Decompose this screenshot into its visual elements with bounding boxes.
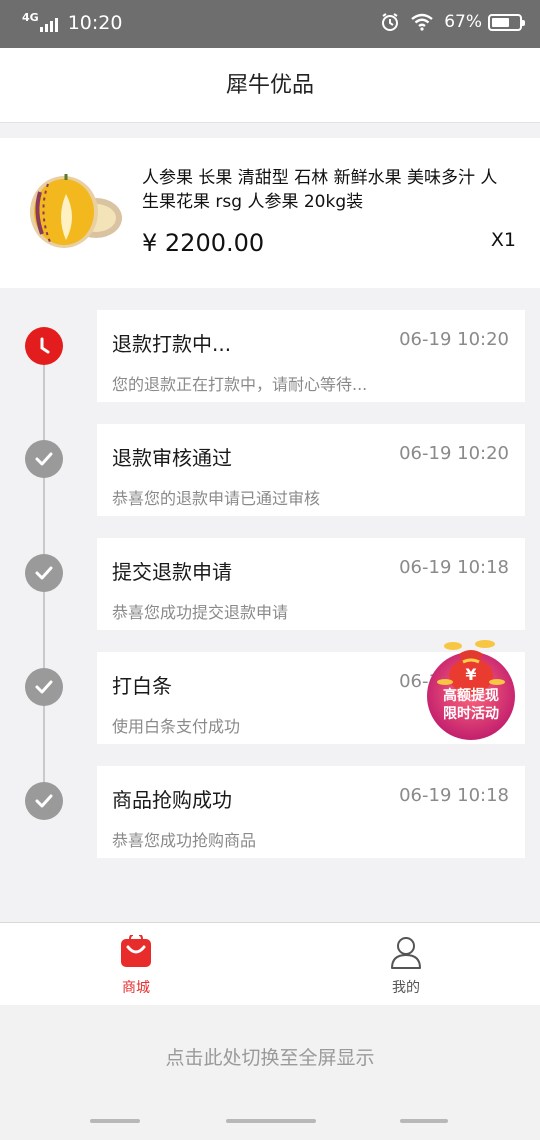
timeline-item: 退款审核通过 06-19 10:20 恭喜您的退款申请已通过审核 <box>97 424 525 516</box>
check-icon <box>25 782 63 820</box>
product-image[interactable] <box>26 172 124 252</box>
nav-menu-button[interactable] <box>90 1119 140 1123</box>
tab-label: 我的 <box>392 980 420 996</box>
tab-mine[interactable]: 我的 <box>366 935 446 997</box>
promo-line1: 高额提现 <box>443 688 499 704</box>
person-icon <box>366 935 446 973</box>
battery-percent: 67% <box>444 12 482 32</box>
product-name: 人参果 长果 清甜型 石林 新鲜水果 美味多汁 人生果花果 rsg 人参果 20… <box>142 168 498 212</box>
page-title: 犀牛优品 <box>225 73 314 98</box>
timeline-title: 打白条 <box>112 674 172 698</box>
timeline-desc: 恭喜您成功抢购商品 <box>112 831 257 850</box>
timeline-item: 退款打款中... 06-19 10:20 您的退款正在打款中，请耐心等待... <box>97 310 525 402</box>
wifi-icon <box>410 13 434 31</box>
network-type: 4G <box>22 10 39 24</box>
timeline-time: 06-19 10:20 <box>399 443 509 464</box>
clock-icon <box>25 327 63 365</box>
fullscreen-hint[interactable]: 点击此处切换至全屏显示 <box>0 1043 540 1070</box>
status-time: 10:20 <box>67 12 123 34</box>
tab-mall[interactable]: 商城 <box>96 934 176 997</box>
promo-line2: 限时活动 <box>443 706 499 722</box>
tab-label: 商城 <box>122 980 150 996</box>
timeline-desc: 使用白条支付成功 <box>112 717 241 736</box>
timeline-title: 退款审核通过 <box>112 446 232 470</box>
signal-icon <box>39 14 60 32</box>
tab-bar: 商城 我的 <box>0 922 540 1005</box>
alarm-icon <box>380 12 400 32</box>
header: 犀牛优品 <box>0 48 540 123</box>
product-price: ¥ 2200.00 <box>142 229 265 257</box>
promo-currency: ¥ <box>465 665 477 684</box>
check-icon <box>25 554 63 592</box>
timeline-title: 退款打款中... <box>112 332 232 356</box>
timeline-title: 提交退款申请 <box>112 560 232 584</box>
timeline-desc: 恭喜您的退款申请已通过审核 <box>112 489 321 508</box>
nav-home-button[interactable] <box>226 1119 316 1123</box>
timeline-time: 06-19 10:18 <box>399 557 509 578</box>
timeline-time: 06-19 10:18 <box>399 785 509 806</box>
timeline-time: 06-19 10:20 <box>399 329 509 350</box>
status-right: 67% <box>380 12 525 32</box>
product-quantity: X1 <box>490 229 516 251</box>
timeline-item: 提交退款申请 06-19 10:18 恭喜您成功提交退款申请 <box>97 538 525 630</box>
nav-back-button[interactable] <box>400 1119 448 1123</box>
money-bag-icon <box>427 640 515 740</box>
status-bar: 4G 10:20 67% <box>0 0 540 48</box>
product-card[interactable]: 人参果 长果 清甜型 石林 新鲜水果 美味多汁 人生果花果 rsg 人参果 20… <box>0 138 540 288</box>
battery-icon <box>488 13 525 31</box>
timeline-title: 商品抢购成功 <box>112 788 232 812</box>
timeline-item: 商品抢购成功 06-19 10:18 恭喜您成功抢购商品 <box>97 766 525 858</box>
status-left: 4G 10:20 <box>22 11 122 35</box>
check-icon <box>25 440 63 478</box>
timeline-desc: 恭喜您成功提交退款申请 <box>112 603 289 622</box>
check-icon <box>25 668 63 706</box>
promo-badge[interactable]: ¥ 高额提现 限时活动 <box>423 632 519 742</box>
shopping-bag-icon <box>96 934 176 973</box>
timeline-desc: 您的退款正在打款中，请耐心等待... <box>112 375 368 394</box>
fullscreen-area[interactable]: 点击此处切换至全屏显示 <box>0 1005 540 1140</box>
